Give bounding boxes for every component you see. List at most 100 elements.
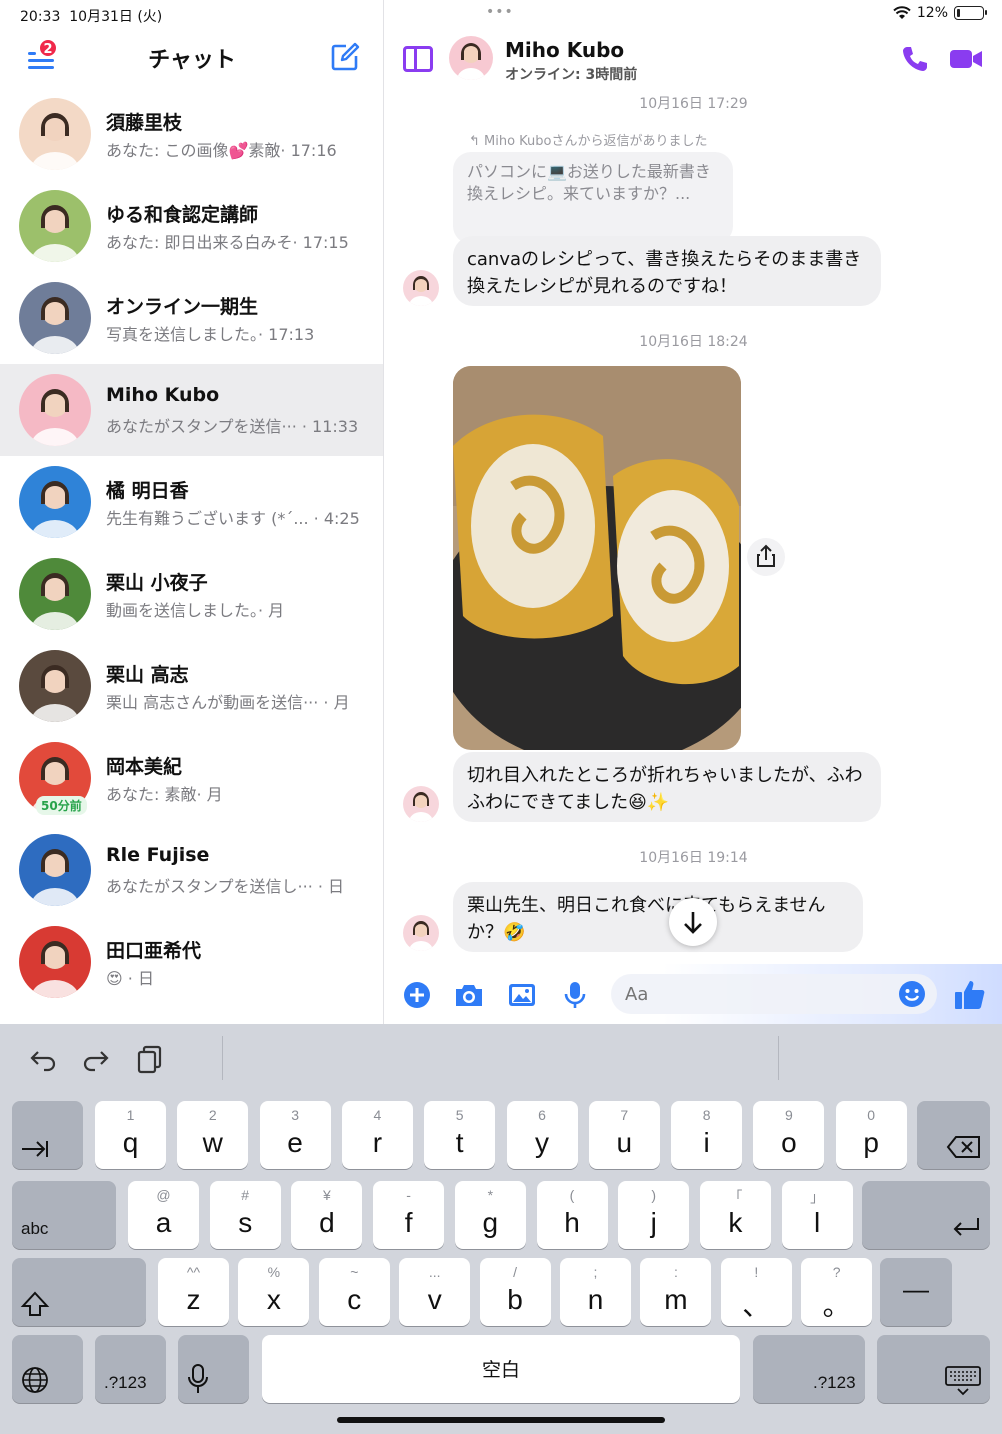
swiss-roll-photo[interactable] xyxy=(453,366,741,750)
avatar xyxy=(19,374,91,446)
key-secondary-label: ¥ xyxy=(322,1187,331,1203)
compose-button[interactable] xyxy=(330,42,360,72)
undo-button[interactable] xyxy=(26,1042,60,1076)
multitask-dots[interactable]: ••• xyxy=(486,4,514,20)
key-。[interactable]: ?。 xyxy=(801,1258,873,1326)
key-p[interactable]: 0p xyxy=(835,1101,907,1169)
camera-button[interactable] xyxy=(453,980,485,1010)
key-i[interactable]: 8i xyxy=(671,1101,743,1169)
chat-preview: あなた: 即日出来る白みそ· 17:15 xyxy=(106,233,349,252)
key-b[interactable]: / b xyxy=(479,1258,551,1326)
video-camera-icon xyxy=(950,50,982,68)
add-button[interactable] xyxy=(402,980,432,1010)
key-c[interactable]: ~ c xyxy=(318,1258,390,1326)
chat-list-item[interactable]: 田口亜希代 😍 · 日 xyxy=(0,916,383,1008)
abc-key[interactable]: abc xyxy=(12,1181,116,1249)
sender-avatar[interactable] xyxy=(403,786,439,822)
key-e[interactable]: 3e xyxy=(259,1101,331,1169)
clipboard-icon xyxy=(137,1045,162,1074)
sender-avatar[interactable] xyxy=(403,270,439,306)
chat-list-item[interactable]: 栗山 小夜子 動画を送信しました。· 月 xyxy=(0,548,383,640)
sender-avatar[interactable] xyxy=(403,915,439,951)
chat-list-item[interactable]: Rle Fujise あなたがスタンプを送信し··· · 日 xyxy=(0,824,383,916)
chat-list-panel: 20:33 10月31日 (火) 2 チャット 須藤里枝 あなた: この画像💕素敵… xyxy=(0,0,384,1024)
home-indicator[interactable] xyxy=(337,1417,665,1423)
chat-list-item[interactable]: 岡本美紀 あなた: 素敵· 月 50分前 xyxy=(0,732,383,824)
key-l[interactable]: 」 l xyxy=(781,1181,853,1249)
gallery-button[interactable] xyxy=(507,980,537,1010)
message-bubble[interactable]: 切れ目入れたところが折れちゃいましたが、ふわふわにできてました😆✨ xyxy=(453,752,881,822)
dictation-key[interactable] xyxy=(178,1335,249,1403)
contact-name[interactable]: Miho Kubo xyxy=(505,38,624,62)
key-primary-label: n xyxy=(587,1284,604,1315)
message-bubble[interactable]: 栗山先生、明日これ食べに来てもらえませんか？🤣 xyxy=(453,882,863,952)
space-key[interactable]: 空白 xyxy=(262,1335,740,1403)
key-primary-label: e xyxy=(287,1127,303,1158)
key-s[interactable]: # s xyxy=(209,1181,281,1249)
dash-key[interactable]: ― xyxy=(880,1258,952,1326)
tab-key[interactable] xyxy=(12,1101,83,1169)
key-primary-label: w xyxy=(202,1127,223,1158)
chat-list-item[interactable]: 須藤里枝 あなた: この画像💕素敵· 17:16 xyxy=(0,88,383,180)
photo-image xyxy=(453,366,741,750)
key-f[interactable]: -f xyxy=(373,1181,445,1249)
contact-avatar[interactable] xyxy=(449,36,493,80)
voice-message-button[interactable] xyxy=(560,980,590,1010)
key-secondary-label: # xyxy=(241,1187,250,1203)
hide-keyboard-key[interactable] xyxy=(877,1335,990,1403)
chat-list-item[interactable]: Miho Kubo あなたがスタンプを送信··· · 11:33 xyxy=(0,364,383,456)
paste-button[interactable] xyxy=(133,1042,167,1076)
key-r[interactable]: 4r xyxy=(341,1101,413,1169)
backspace-key[interactable] xyxy=(917,1101,990,1169)
share-button[interactable] xyxy=(747,538,785,576)
chat-list-item[interactable]: 栗山 高志 栗山 高志さんが動画を送信··· · 月 xyxy=(0,640,383,732)
voice-call-button[interactable] xyxy=(900,44,930,74)
chat-list-item[interactable]: ゆる和食認定講師 あなた: 即日出来る白みそ· 17:15 xyxy=(0,180,383,272)
quoted-message[interactable]: パソコンに💻お送りした最新書き換えレシピ。来ていますか？... xyxy=(453,152,733,244)
numbers-key-right[interactable]: .?123 xyxy=(753,1335,865,1403)
key-q[interactable]: 1q xyxy=(95,1101,166,1169)
emoji-button[interactable] xyxy=(897,979,927,1009)
shift-key[interactable] xyxy=(12,1258,146,1326)
key-x[interactable]: % x xyxy=(238,1258,310,1326)
chat-name: オンライン一期生 xyxy=(106,296,259,318)
sidebar-toggle-icon[interactable] xyxy=(403,46,433,72)
status-indicators: 12% xyxy=(893,5,987,21)
avatar xyxy=(19,190,91,262)
status-time-text: 20:33 xyxy=(20,9,61,25)
key-g[interactable]: * g xyxy=(454,1181,526,1249)
key-v[interactable]: ... v xyxy=(399,1258,471,1326)
key-z[interactable]: ^^ z xyxy=(158,1258,229,1326)
key-y[interactable]: 6y xyxy=(506,1101,578,1169)
key-d[interactable]: ¥ d xyxy=(291,1181,363,1249)
like-button[interactable] xyxy=(953,978,987,1012)
scroll-to-bottom-button[interactable] xyxy=(669,898,717,946)
key-h[interactable]: (h xyxy=(536,1181,608,1249)
key-a[interactable]: @ a xyxy=(128,1181,199,1249)
sender-avatar-image xyxy=(403,786,439,822)
key-secondary-label: ? xyxy=(832,1264,841,1280)
key-m[interactable]: :m xyxy=(640,1258,712,1326)
key-k[interactable]: 「k xyxy=(699,1181,771,1249)
software-keyboard: 1q2w3e4r5t6y7u8i9o0p @ a # s ¥ d - f * g(h) j 「k」 l … xyxy=(0,1024,1002,1434)
return-key[interactable] xyxy=(862,1181,990,1249)
key-j[interactable]: ) j xyxy=(618,1181,690,1249)
key-n[interactable]: ; n xyxy=(560,1258,631,1326)
redo-icon xyxy=(83,1051,109,1072)
chat-list-item[interactable]: オンライン一期生 写真を送信しました。· 17:13 xyxy=(0,272,383,364)
key-secondary-label: 0 xyxy=(867,1107,876,1123)
message-bubble[interactable]: canvaのレシピって、書き換えたらそのまま書き換えたレシピが見れるのですね！ xyxy=(453,236,881,306)
numbers-key-left[interactable]: .?123 xyxy=(95,1335,166,1403)
key-o[interactable]: 9o xyxy=(753,1101,825,1169)
globe-key[interactable] xyxy=(12,1335,83,1403)
redo-button[interactable] xyxy=(79,1042,113,1076)
message-input-box[interactable] xyxy=(611,974,937,1014)
chat-list-item[interactable]: 橘 明日香 先生有難うございます (*´... · 4:25 xyxy=(0,456,383,548)
key-w[interactable]: 2w xyxy=(177,1101,249,1169)
key-、[interactable]: !、 xyxy=(720,1258,792,1326)
key-u[interactable]: 7u xyxy=(588,1101,660,1169)
key-t[interactable]: 5t xyxy=(424,1101,496,1169)
message-input[interactable] xyxy=(611,974,871,1014)
video-call-button[interactable] xyxy=(948,44,984,74)
key-primary-label: r xyxy=(372,1127,383,1158)
